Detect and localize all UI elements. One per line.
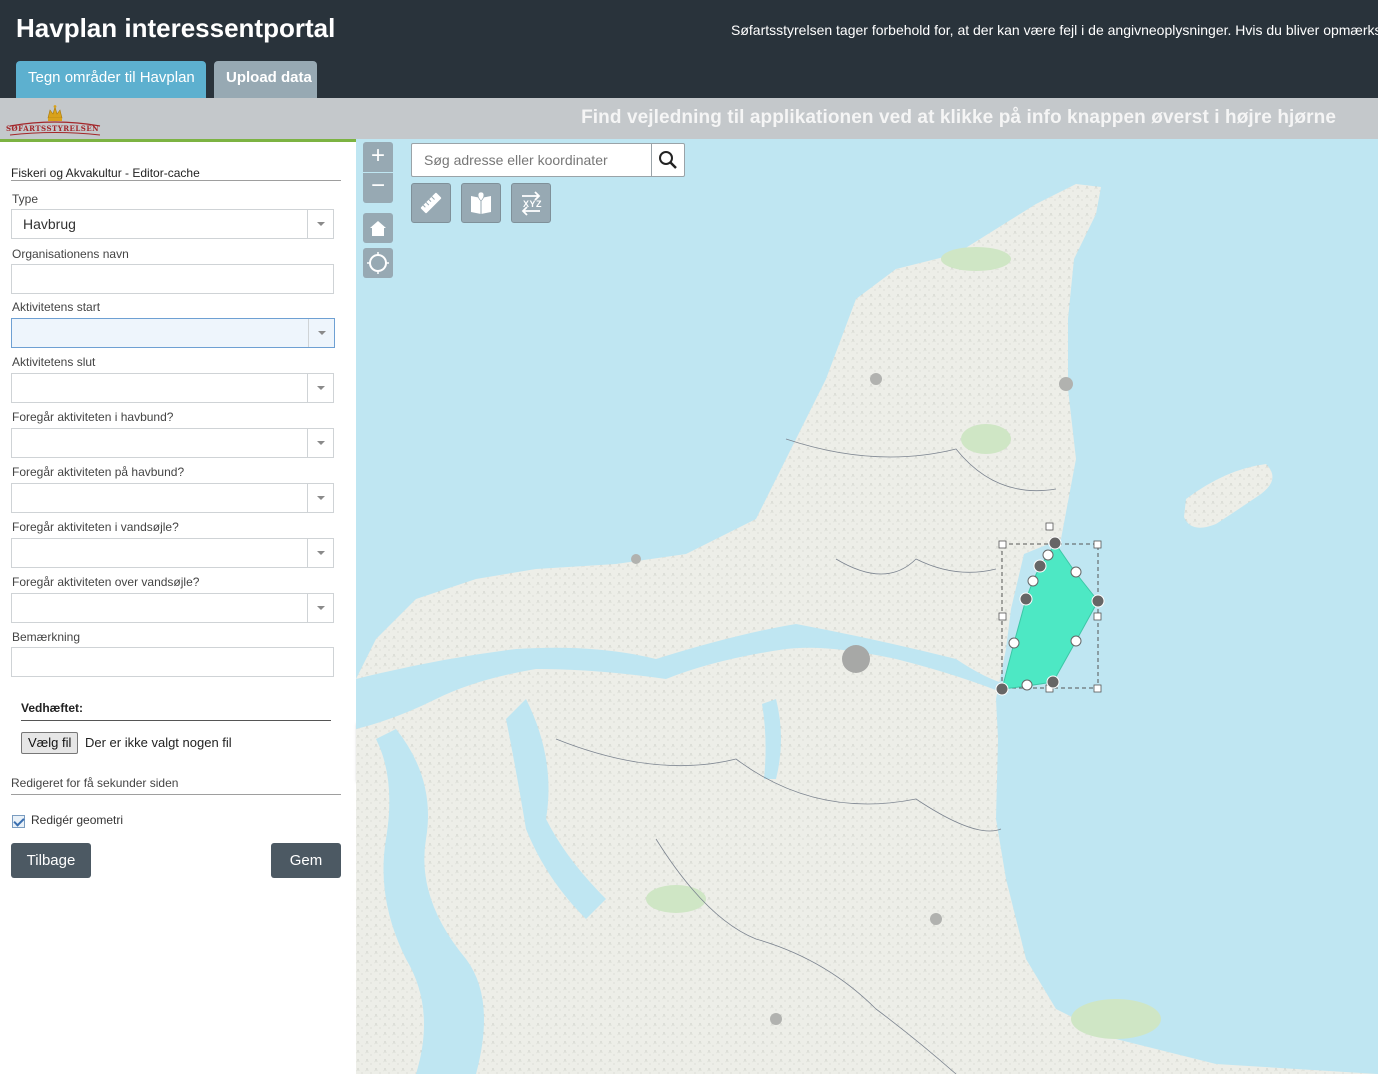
field-label-remark: Bemærkning	[12, 630, 81, 644]
app-header: Havplan interessentportal Søfartsstyrels…	[0, 0, 1378, 98]
editor-panel: Fiskeri og Akvakultur - Editor-cache Typ…	[0, 142, 356, 1074]
xyz-label: XYZ	[523, 199, 543, 209]
tab-upload-data[interactable]: Upload data	[214, 61, 317, 98]
chevron-down-icon[interactable]	[307, 484, 333, 512]
activity-end-select[interactable]	[11, 373, 334, 403]
home-icon	[370, 221, 386, 236]
guide-text: Find vejledning til applikationen ved at…	[581, 107, 1336, 128]
attachment-label: Vedhæftet:	[21, 701, 84, 715]
zoom-out-button[interactable]: −	[363, 173, 393, 203]
coordinate-tool-button[interactable]: XYZ	[511, 183, 551, 223]
forest-patch	[961, 424, 1011, 454]
field-label-in-seabed: Foregår aktiviteten i havbund?	[12, 410, 174, 424]
in-seabed-select[interactable]	[11, 428, 334, 458]
measure-tool-button[interactable]	[411, 183, 451, 223]
ruler-icon	[420, 192, 442, 214]
town	[631, 554, 641, 564]
field-label-activity-end: Aktivitetens slut	[12, 355, 96, 369]
map-book-icon	[471, 191, 491, 214]
choose-file-button[interactable]: Vælg fil	[21, 732, 79, 754]
divider	[21, 720, 331, 721]
remark-input[interactable]	[11, 647, 334, 677]
chevron-down-icon[interactable]	[307, 374, 333, 402]
disclaimer-text: Søfartsstyrelsen tager forbehold for, at…	[731, 22, 1378, 38]
forest-patch	[941, 247, 1011, 271]
town	[870, 373, 882, 385]
divider	[11, 794, 341, 795]
divider	[11, 180, 341, 181]
type-select[interactable]: Havbrug	[11, 209, 334, 239]
field-label-org-name: Organisationens navn	[12, 247, 129, 261]
edit-geometry-checkbox[interactable]	[12, 815, 25, 828]
type-select-value: Havbrug	[23, 216, 76, 232]
town	[1059, 377, 1073, 391]
field-label-activity-start: Aktivitetens start	[12, 300, 101, 314]
edit-geometry-label: Redigér geometri	[31, 813, 124, 827]
org-name-input[interactable]	[11, 264, 334, 294]
field-label-on-seabed: Foregår aktiviteten på havbund?	[12, 465, 185, 479]
in-water-column-select[interactable]	[11, 538, 334, 568]
chevron-down-icon[interactable]	[307, 594, 333, 622]
logo-text: SØFARTSSTYRELSEN	[6, 124, 100, 133]
home-button[interactable]	[363, 213, 393, 243]
save-button[interactable]: Gem	[271, 843, 341, 878]
on-seabed-select[interactable]	[11, 483, 334, 513]
locate-icon	[367, 252, 389, 274]
land-jutland	[356, 184, 1378, 1074]
town-aalborg	[842, 645, 870, 673]
file-status: Der er ikke valgt nogen fil	[85, 735, 232, 750]
chevron-down-icon[interactable]	[307, 429, 333, 457]
form-title: Fiskeri og Akvakultur - Editor-cache	[11, 166, 200, 180]
zoom-in-button[interactable]: +	[363, 142, 393, 172]
chevron-down-icon[interactable]	[308, 319, 334, 347]
activity-start-select[interactable]	[11, 318, 335, 348]
back-button[interactable]: Tilbage	[11, 843, 91, 878]
search-button[interactable]	[651, 144, 684, 176]
address-search	[411, 143, 685, 177]
town	[930, 913, 942, 925]
chevron-down-icon[interactable]	[307, 210, 333, 238]
field-label-type: Type	[12, 192, 39, 206]
app-title: Havplan interessentportal	[16, 13, 336, 43]
search-icon	[659, 151, 677, 169]
tab-draw-areas[interactable]: Tegn områder til Havplan	[16, 61, 206, 98]
town	[770, 1013, 782, 1025]
forest-patch	[1071, 999, 1161, 1039]
map-view[interactable]	[356, 139, 1378, 1074]
field-label-over-water-column: Foregår aktiviteten over vandsøjle?	[12, 575, 200, 589]
edited-status: Redigeret for få sekunder siden	[11, 776, 179, 790]
search-input[interactable]	[412, 144, 652, 176]
basemap	[356, 184, 1378, 1074]
land-laeso	[1184, 464, 1273, 528]
over-water-column-select[interactable]	[11, 593, 334, 623]
forest-patch	[646, 885, 706, 913]
locate-button[interactable]	[363, 248, 393, 278]
basemap-tool-button[interactable]	[461, 183, 501, 223]
field-label-in-water-column: Foregår aktiviteten i vandsøjle?	[12, 520, 179, 534]
chevron-down-icon[interactable]	[307, 539, 333, 567]
